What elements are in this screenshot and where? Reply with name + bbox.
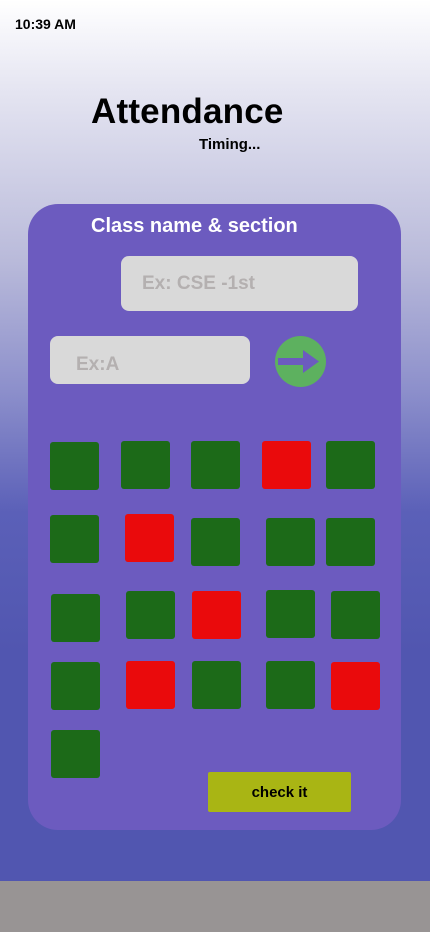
attendance-cell[interactable] xyxy=(326,441,375,489)
attendance-cell[interactable] xyxy=(51,730,100,778)
page-title: Attendance xyxy=(91,92,284,131)
go-button[interactable] xyxy=(275,336,326,387)
attendance-cell[interactable] xyxy=(126,661,175,709)
check-it-button[interactable]: check it xyxy=(208,772,351,812)
attendance-cell[interactable] xyxy=(191,518,240,566)
bottom-bar xyxy=(0,881,430,932)
arrow-right-icon xyxy=(278,350,319,373)
attendance-cell[interactable] xyxy=(126,591,175,639)
attendance-cell[interactable] xyxy=(266,518,315,566)
status-time: 10:39 AM xyxy=(15,16,76,32)
attendance-cell[interactable] xyxy=(51,594,100,642)
attendance-cell[interactable] xyxy=(51,662,100,710)
attendance-card: Class name & section check it xyxy=(28,204,401,830)
attendance-cell[interactable] xyxy=(331,591,380,639)
attendance-cell[interactable] xyxy=(125,514,174,562)
attendance-cell[interactable] xyxy=(191,441,240,489)
page-subtitle: Timing... xyxy=(199,136,261,153)
class-name-input[interactable] xyxy=(121,256,358,311)
attendance-cell[interactable] xyxy=(262,441,311,489)
attendance-cell[interactable] xyxy=(266,590,315,638)
attendance-cell[interactable] xyxy=(266,661,315,709)
attendance-cell[interactable] xyxy=(331,662,380,710)
attendance-cell[interactable] xyxy=(326,518,375,566)
attendance-cell[interactable] xyxy=(50,515,99,563)
attendance-cell[interactable] xyxy=(121,441,170,489)
attendance-cell[interactable] xyxy=(192,591,241,639)
card-title: Class name & section xyxy=(91,215,298,237)
attendance-cell[interactable] xyxy=(50,442,99,490)
attendance-cell[interactable] xyxy=(192,661,241,709)
section-input[interactable] xyxy=(50,336,250,384)
